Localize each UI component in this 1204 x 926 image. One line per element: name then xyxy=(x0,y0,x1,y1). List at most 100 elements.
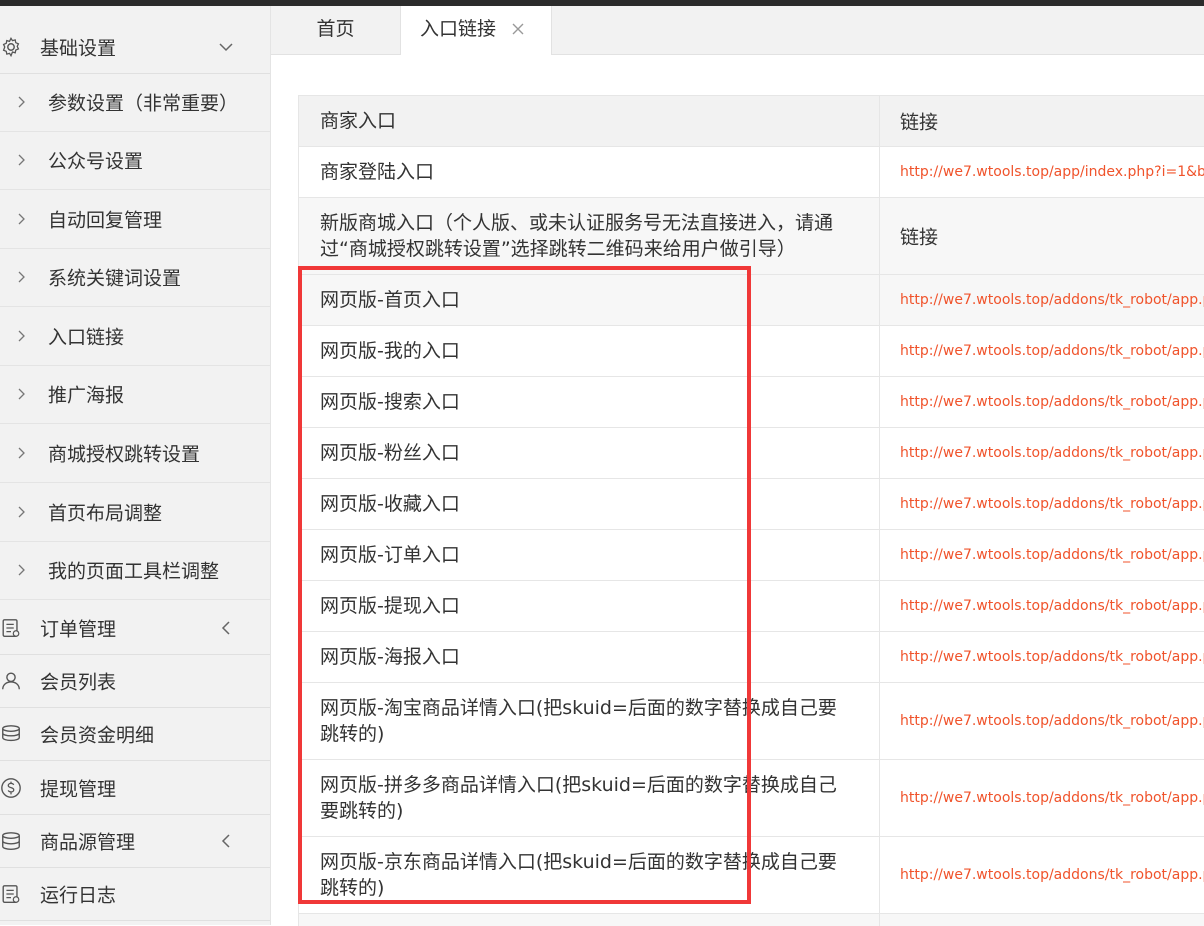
sidebar-item-label: 我的页面工具栏调整 xyxy=(48,560,220,583)
sidebar-item-label: 首页布局调整 xyxy=(48,502,163,525)
row-name: 网页版-订单入口 xyxy=(320,544,460,566)
menu-member-list-label: 会员列表 xyxy=(40,671,117,693)
sidebar-item-label: 公众号设置 xyxy=(48,150,144,173)
database-icon xyxy=(2,831,20,850)
row-link[interactable]: http://we7.wtools.top/app/index.php?i=1&… xyxy=(900,164,1204,180)
menu-goods-source[interactable]: 商品源管理 xyxy=(0,814,270,868)
chevron-right-icon xyxy=(18,447,25,459)
table-row: 网页版-提现入口 http://we7.wtools.top/addons/tk… xyxy=(299,581,1204,632)
header-link: 链接 xyxy=(900,111,939,134)
sidebar-item-official-account[interactable]: 公众号设置 xyxy=(0,131,270,190)
chevron-left-icon xyxy=(221,833,230,848)
sidebar: 基础设置 参数设置（非常重要） 公众号设置 自动回复管理 系统关键词设置 入口链… xyxy=(0,6,271,925)
sidebar-item-label: 入口链接 xyxy=(48,326,125,349)
menu-withdraw-label: 提现管理 xyxy=(40,778,117,800)
menu-run-log[interactable]: 运行日志 xyxy=(0,867,270,921)
row-name: 网页版-粉丝入口 xyxy=(320,442,460,464)
user-icon xyxy=(2,672,20,689)
table-row: 网页版-京东商品详情入口(把skuid=后面的数字替换成自己要跳转的) http… xyxy=(299,837,1204,914)
row-link[interactable]: http://we7.wtools.top/addons/tk_robot/ap… xyxy=(900,394,1204,410)
table-row-partial xyxy=(299,914,1204,926)
table-row: 网页版-海报入口 http://we7.wtools.top/addons/tk… xyxy=(299,632,1204,683)
coins-icon xyxy=(2,724,20,741)
table-row: 网页版-收藏入口 http://we7.wtools.top/addons/tk… xyxy=(299,479,1204,530)
sidebar-item-home-layout[interactable]: 首页布局调整 xyxy=(0,483,270,542)
menu-goods-source-label: 商品源管理 xyxy=(40,831,136,853)
row-link[interactable]: http://we7.wtools.top/addons/tk_robot/ap… xyxy=(900,790,1204,806)
sidebar-item-params[interactable]: 参数设置（非常重要） xyxy=(0,73,270,132)
table-row: 网页版-拼多多商品详情入口(把skuid=后面的数字替换成自己要跳转的) htt… xyxy=(299,760,1204,837)
sidebar-item-toolbar[interactable]: 我的页面工具栏调整 xyxy=(0,541,270,600)
entry-links-table: 商家入口 链接 商家登陆入口 http://we7.wtools.top/app… xyxy=(298,95,1204,926)
table-row: 新版商城入口（个人版、或未认证服务号无法直接进入，请通过“商城授权跳转设置”选择… xyxy=(299,198,1204,275)
table-header-row: 商家入口 链接 xyxy=(299,96,1204,147)
row-name: 网页版-首页入口 xyxy=(320,289,460,311)
row-name: 网页版-提现入口 xyxy=(320,595,460,617)
chevron-right-icon xyxy=(18,330,25,342)
row-link[interactable]: http://we7.wtools.top/addons/tk_robot/ap… xyxy=(900,343,1204,359)
menu-member-funds[interactable]: 会员资金明细 xyxy=(0,707,270,761)
row-name: 网页版-搜索入口 xyxy=(320,391,460,413)
row-link[interactable]: http://we7.wtools.top/addons/tk_robot/ap… xyxy=(900,547,1204,563)
row-link[interactable]: http://we7.wtools.top/addons/tk_robot/ap… xyxy=(900,598,1204,614)
row-link[interactable]: 链接 xyxy=(900,223,938,250)
gear-icon xyxy=(2,36,20,57)
receipt-icon xyxy=(2,618,20,637)
sidebar-item-label: 参数设置（非常重要） xyxy=(48,92,239,115)
row-name: 网页版-海报入口 xyxy=(320,646,460,668)
table-row: 网页版-订单入口 http://we7.wtools.top/addons/tk… xyxy=(299,530,1204,581)
menu-member-list[interactable]: 会员列表 xyxy=(0,654,270,708)
sidebar-item-mall-auth[interactable]: 商城授权跳转设置 xyxy=(0,424,270,483)
row-link[interactable]: http://we7.wtools.top/addons/tk_robot/ap… xyxy=(900,292,1204,308)
sidebar-item-auto-reply[interactable]: 自动回复管理 xyxy=(0,190,270,249)
menu-order-management-label: 订单管理 xyxy=(40,618,117,640)
dollar-icon xyxy=(1,777,21,798)
table-row: 网页版-首页入口 http://we7.wtools.top/addons/tk… xyxy=(299,275,1204,326)
table-row: 网页版-淘宝商品详情入口(把skuid=后面的数字替换成自己要跳转的) http… xyxy=(299,683,1204,760)
table-row: 网页版-粉丝入口 http://we7.wtools.top/addons/tk… xyxy=(299,428,1204,479)
chevron-right-icon xyxy=(18,271,25,283)
chevron-right-icon xyxy=(18,388,25,400)
chevron-right-icon xyxy=(18,564,25,576)
tab-entry-links-label: 入口链接 xyxy=(420,18,497,40)
row-link[interactable]: http://we7.wtools.top/addons/tk_robot/ap… xyxy=(900,867,1204,883)
row-link[interactable]: http://we7.wtools.top/addons/tk_robot/ap… xyxy=(900,713,1204,729)
chevron-down-icon xyxy=(219,42,233,51)
chevron-right-icon xyxy=(18,506,25,518)
menu-withdraw[interactable]: 提现管理 xyxy=(0,761,270,815)
chevron-right-icon xyxy=(18,154,25,166)
chevron-left-icon xyxy=(221,620,230,635)
menu-run-log-label: 运行日志 xyxy=(40,884,117,906)
row-name: 网页版-收藏入口 xyxy=(320,493,460,515)
sidebar-item-label: 商城授权跳转设置 xyxy=(48,443,201,466)
row-link[interactable]: http://we7.wtools.top/addons/tk_robot/ap… xyxy=(900,496,1204,512)
menu-order-management[interactable]: 订单管理 xyxy=(0,601,270,655)
row-name: 网页版-淘宝商品详情入口(把skuid=后面的数字替换成自己要跳转的) xyxy=(320,697,837,745)
row-name: 网页版-拼多多商品详情入口(把skuid=后面的数字替换成自己要跳转的) xyxy=(320,774,837,822)
tab-entry-links[interactable]: 入口链接 xyxy=(400,6,552,55)
close-icon[interactable] xyxy=(511,22,525,36)
row-link[interactable]: http://we7.wtools.top/addons/tk_robot/ap… xyxy=(900,649,1204,665)
table-row: 网页版-搜索入口 http://we7.wtools.top/addons/tk… xyxy=(299,377,1204,428)
row-name: 新版商城入口（个人版、或未认证服务号无法直接进入，请通过“商城授权跳转设置”选择… xyxy=(320,212,834,260)
sidebar-item-keywords[interactable]: 系统关键词设置 xyxy=(0,248,270,307)
header-merchant-entry: 商家入口 xyxy=(320,110,397,132)
row-link[interactable]: http://we7.wtools.top/addons/tk_robot/ap… xyxy=(900,445,1204,461)
tab-home[interactable]: 首页 xyxy=(271,6,400,54)
sidebar-item-poster[interactable]: 推广海报 xyxy=(0,365,270,424)
menu-member-funds-label: 会员资金明细 xyxy=(40,724,155,746)
table-row: 网页版-我的入口 http://we7.wtools.top/addons/tk… xyxy=(299,326,1204,377)
row-name: 商家登陆入口 xyxy=(320,161,435,183)
sidebar-item-label: 推广海报 xyxy=(48,384,125,407)
chevron-right-icon xyxy=(18,96,25,108)
row-name: 网页版-我的入口 xyxy=(320,340,460,362)
log-icon xyxy=(2,884,20,903)
sidebar-item-label: 自动回复管理 xyxy=(48,209,163,232)
menu-basic-settings[interactable]: 基础设置 xyxy=(0,20,270,74)
sidebar-item-label: 系统关键词设置 xyxy=(48,267,182,290)
tab-bar: 首页 入口链接 xyxy=(271,6,1204,55)
menu-basic-settings-label: 基础设置 xyxy=(40,37,117,59)
chevron-right-icon xyxy=(18,213,25,225)
sidebar-item-entry-links[interactable]: 入口链接 xyxy=(0,307,270,366)
table-row: 商家登陆入口 http://we7.wtools.top/app/index.p… xyxy=(299,147,1204,198)
